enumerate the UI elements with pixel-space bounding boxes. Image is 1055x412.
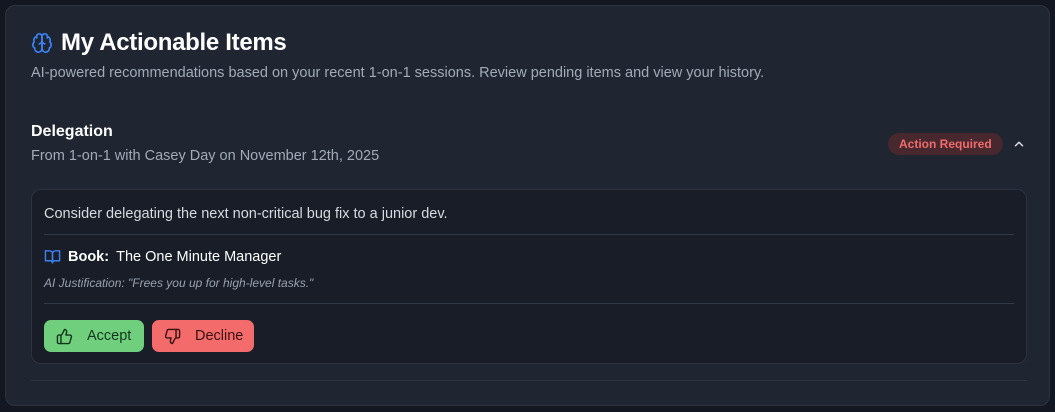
page-title: My Actionable Items <box>61 29 287 56</box>
chevron-up-icon[interactable] <box>1012 137 1026 151</box>
accept-label: Accept <box>87 328 132 344</box>
divider <box>44 303 1014 304</box>
item-divider <box>31 380 1027 381</box>
actionable-items-card: My Actionable Items AI-powered recommend… <box>5 5 1050 406</box>
thumbs-up-icon <box>56 328 73 345</box>
divider <box>44 234 1014 235</box>
thumbs-down-icon <box>164 328 181 345</box>
page-subtitle: AI-powered recommendations based on your… <box>31 65 765 81</box>
ai-justification: AI Justification: "Frees you up for high… <box>44 276 314 290</box>
card-header: My Actionable Items AI-powered recommend… <box>31 29 765 81</box>
resource-title: The One Minute Manager <box>116 248 282 265</box>
item-meta: From 1-on-1 with Casey Day on November 1… <box>31 148 380 164</box>
item-header[interactable]: Delegation From 1-on-1 with Casey Day on… <box>31 123 1031 164</box>
item-title: Delegation <box>31 123 113 140</box>
book-open-icon <box>44 248 61 265</box>
decline-label: Decline <box>195 328 244 344</box>
status-badge: Action Required <box>888 133 1003 155</box>
accept-button[interactable]: Accept <box>44 320 144 352</box>
suggestion-text: Consider delegating the next non-critica… <box>44 206 448 222</box>
resource-type-label: Book: <box>68 248 110 265</box>
brain-icon <box>31 32 53 54</box>
title-row: My Actionable Items <box>31 29 764 56</box>
recommendation-panel: Consider delegating the next non-critica… <box>31 189 1027 364</box>
decline-button[interactable]: Decline <box>152 320 254 352</box>
resource-row: Book: The One Minute Manager <box>44 248 281 265</box>
